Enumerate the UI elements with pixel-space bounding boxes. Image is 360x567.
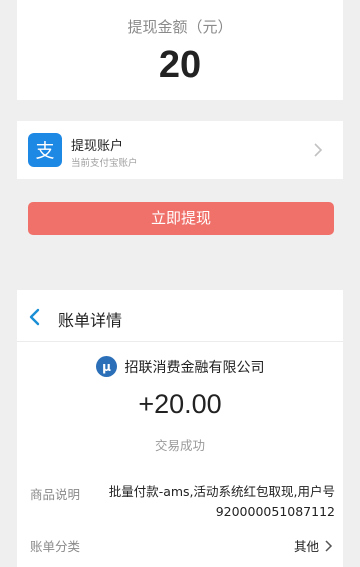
bill-detail-title: 账单详情 [58, 311, 123, 330]
account-title: 提现账户 [71, 139, 124, 154]
category-label: 账单分类 [30, 539, 81, 554]
category-value: 其他 [293, 539, 319, 554]
bill-amount: +20.00 [138, 389, 222, 419]
category-selector[interactable]: 其他 [294, 536, 333, 555]
withdraw-account-row[interactable]: 支 提现账户 当前支付宝账户 [17, 121, 343, 179]
amount-value: 20 [158, 44, 202, 86]
description-value: 批量付款-ams,活动系统红包取现,用户号920000051087112 [108, 484, 335, 519]
bill-status: 交易成功 [154, 438, 205, 453]
merchant-row: μ 招联消费金融有限公司 [17, 356, 343, 377]
alipay-icon: 支 [28, 133, 62, 167]
back-arrow-icon[interactable] [27, 308, 43, 326]
withdraw-amount-card: 提现金额（元） 20 [17, 0, 343, 100]
svg-text:μ: μ [102, 360, 111, 374]
withdraw-now-button[interactable]: 立即提现 [28, 202, 334, 235]
account-subtitle: 当前支付宝账户 [71, 158, 138, 169]
bill-detail-sheet: 账单详情 μ 招联消费金融有限公司 +20.00 交易成功 商品说明 批量付款-… [17, 290, 343, 567]
amount-label: 提现金额（元） [127, 18, 233, 36]
svg-text:支: 支 [35, 140, 54, 162]
merchant-name: 招联消费金融有限公司 [124, 359, 265, 376]
chevron-right-icon [314, 143, 323, 157]
merchant-logo-icon: μ [95, 356, 117, 377]
bill-detail-header: 账单详情 [17, 290, 343, 342]
chevron-right-icon [325, 539, 333, 552]
description-label: 商品说明 [30, 487, 81, 502]
